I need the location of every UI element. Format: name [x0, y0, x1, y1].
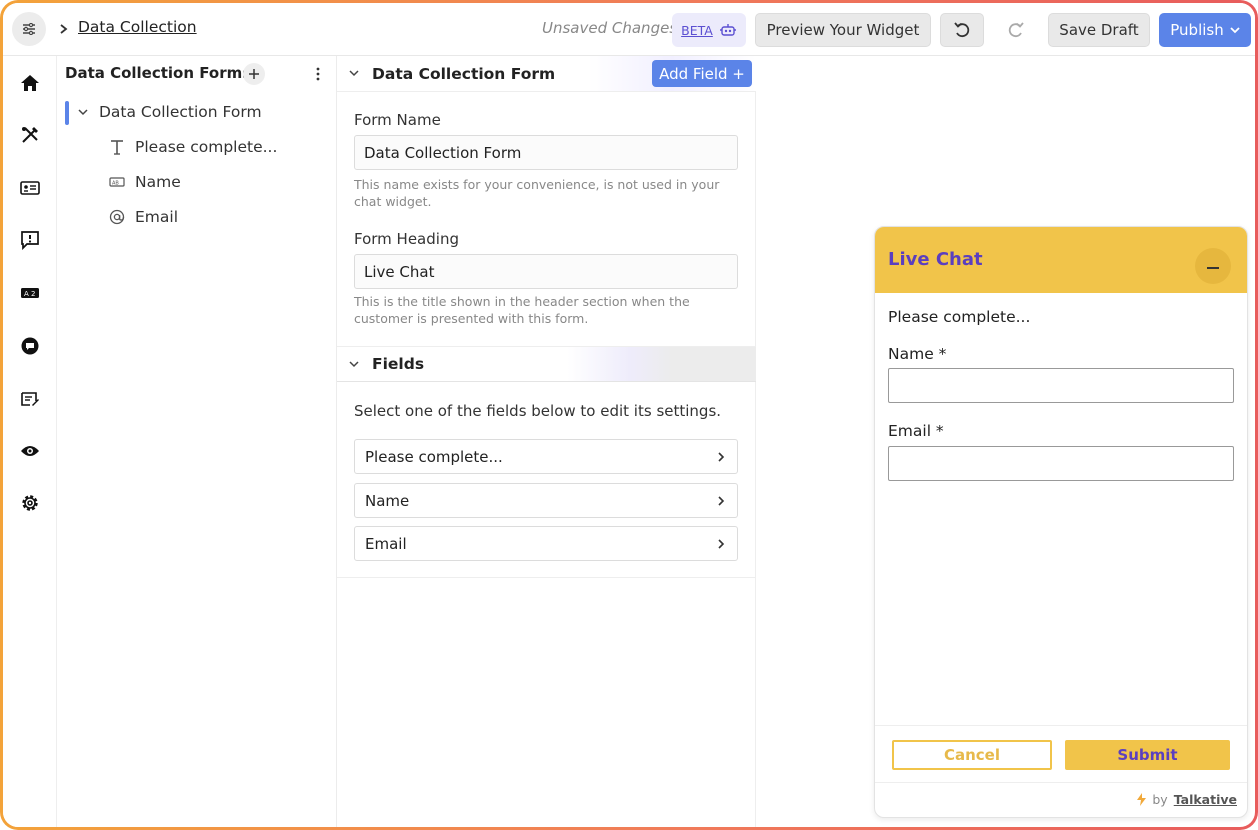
icon-rail: A2 — [3, 56, 57, 827]
text-type-icon — [111, 140, 123, 155]
undo-icon — [954, 22, 970, 38]
divider — [337, 577, 756, 578]
widget-submit-button[interactable]: Submit — [1065, 740, 1230, 770]
robot-icon — [719, 24, 736, 36]
widget-intro-text: Please complete... — [888, 308, 1031, 326]
widget-title: Live Chat — [888, 249, 983, 270]
fields-intro-text: Select one of the fields below to edit i… — [354, 402, 722, 420]
chevron-down-icon — [349, 361, 359, 368]
chevron-down-icon — [78, 109, 88, 116]
settings-menu-button[interactable] — [12, 12, 46, 46]
form-heading-label: Form Heading — [354, 230, 459, 248]
text-input-icon: AB — [109, 177, 125, 187]
breadcrumb[interactable]: Data Collection — [78, 18, 197, 36]
lightning-icon — [1137, 793, 1147, 806]
plus-icon — [249, 69, 259, 79]
fields-section-title: Fields — [372, 355, 425, 373]
form-name-help: This name exists for your convenience, i… — [354, 177, 720, 209]
chevron-right-icon — [718, 539, 725, 549]
field-row-label: Email — [365, 534, 407, 553]
minimize-button[interactable] — [1195, 248, 1231, 284]
add-form-button[interactable] — [243, 63, 265, 85]
home-icon[interactable] — [19, 72, 41, 94]
form-name-label: Form Name — [354, 111, 441, 129]
top-bar: Data Collection Unsaved Changes BETA Pre… — [3, 3, 1255, 56]
divider — [875, 725, 1247, 726]
preview-widget-button[interactable]: Preview Your Widget — [755, 13, 931, 47]
edit-note-icon[interactable] — [19, 388, 41, 410]
divider — [875, 782, 1247, 783]
form-name-input[interactable]: Data Collection Form — [354, 135, 738, 170]
chat-bubble-icon[interactable] — [19, 335, 41, 357]
widget-email-input[interactable] — [888, 446, 1234, 481]
beta-badge[interactable]: BETA — [672, 13, 746, 47]
undo-button[interactable] — [940, 13, 984, 47]
chat-widget-preview: Live Chat Please complete... Name * Emai… — [874, 226, 1248, 818]
chevron-right-icon — [718, 452, 725, 462]
powered-by-prefix: by — [1152, 792, 1168, 807]
widget-email-label: Email * — [888, 422, 944, 440]
gear-icon[interactable] — [19, 492, 41, 514]
eye-icon[interactable] — [19, 440, 41, 462]
powered-by: by Talkative — [1137, 792, 1237, 807]
svg-text:AB: AB — [112, 181, 119, 187]
widget-name-input[interactable] — [888, 368, 1234, 403]
form-editor-panel: Data Collection Form Add Field + Form Na… — [337, 56, 756, 827]
field-row-label: Name — [365, 491, 410, 510]
at-sign-icon — [109, 209, 125, 225]
widget-header: Live Chat — [875, 227, 1247, 293]
chevron-down-icon — [1230, 27, 1240, 34]
tree-item-label: Email — [135, 208, 179, 226]
chevron-right-icon — [718, 496, 725, 506]
field-row-please-complete[interactable]: Please complete... — [354, 439, 738, 474]
tree-item-please-complete[interactable]: Please complete... — [109, 138, 277, 156]
more-options-button[interactable] — [311, 64, 325, 84]
form-section-title: Data Collection Form — [372, 64, 556, 83]
widget-name-label: Name * — [888, 345, 947, 363]
publish-label: Publish — [1170, 21, 1224, 39]
widget-cancel-button[interactable]: Cancel — [892, 740, 1052, 770]
tree-item-name[interactable]: AB Name — [109, 173, 181, 191]
field-row-label: Please complete... — [365, 447, 503, 466]
design-tools-icon[interactable] — [19, 124, 41, 146]
publish-button[interactable]: Publish — [1159, 13, 1251, 47]
app-window: Data Collection Unsaved Changes BETA Pre… — [0, 0, 1258, 830]
svg-text:2: 2 — [31, 290, 35, 298]
redo-icon — [1008, 22, 1024, 38]
form-heading-input[interactable]: Live Chat — [354, 254, 738, 289]
redo-button[interactable] — [994, 13, 1038, 47]
tree-item-label: Name — [135, 173, 181, 191]
forms-tree-panel: Data Collection Forms Data Collection Fo… — [57, 56, 337, 827]
tree-form-label: Data Collection Form — [99, 103, 262, 121]
contact-card-icon[interactable] — [19, 177, 41, 199]
beta-label: BETA — [681, 22, 713, 38]
chevron-right-icon — [60, 24, 68, 34]
field-row-name[interactable]: Name — [354, 483, 738, 518]
form-section-header[interactable]: Data Collection Form Add Field + — [337, 56, 756, 92]
text-field-icon[interactable]: A2 — [19, 282, 41, 304]
alert-message-icon[interactable] — [19, 229, 41, 251]
svg-text:A: A — [24, 290, 29, 298]
chevron-down-icon — [349, 70, 359, 77]
brand-link[interactable]: Talkative — [1174, 792, 1237, 807]
selection-indicator — [65, 101, 69, 125]
add-field-button[interactable]: Add Field + — [652, 60, 752, 87]
save-draft-button[interactable]: Save Draft — [1048, 13, 1150, 47]
unsaved-status: Unsaved Changes — [542, 19, 678, 37]
tree-item-email[interactable]: Email — [109, 208, 178, 226]
kebab-icon — [316, 67, 320, 81]
fields-section-header[interactable]: Fields — [337, 346, 756, 382]
tree-item-label: Please complete... — [135, 138, 278, 156]
tree-form-item[interactable]: Data Collection Form — [77, 103, 262, 121]
form-heading-help: This is the title shown in the header se… — [354, 294, 690, 326]
sliders-icon — [23, 23, 35, 35]
forms-panel-title: Data Collection Forms — [65, 64, 252, 82]
field-row-email[interactable]: Email — [354, 526, 738, 561]
minimize-icon — [1207, 267, 1219, 269]
